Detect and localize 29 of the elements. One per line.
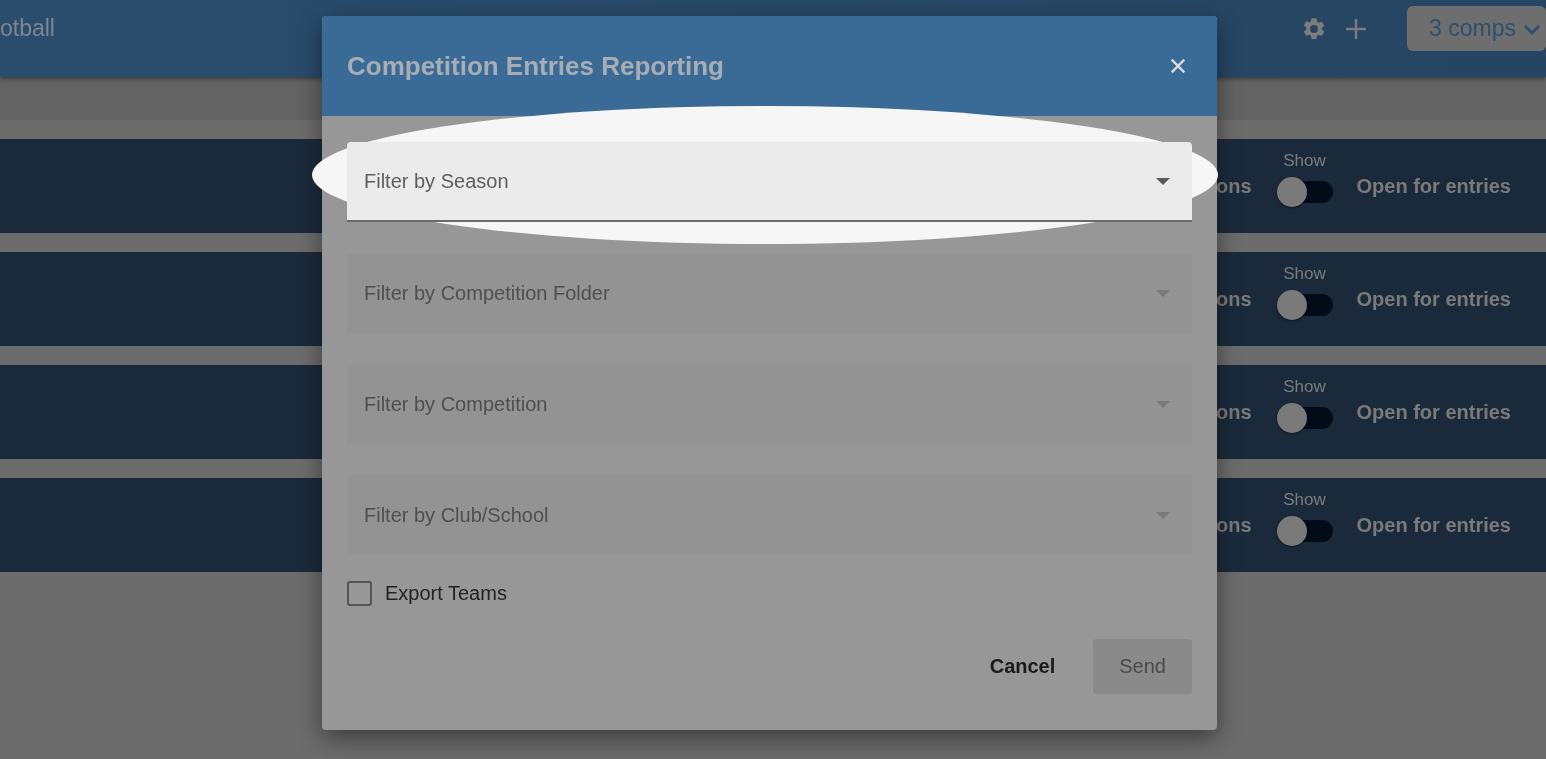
show-toggle[interactable] xyxy=(1276,290,1333,320)
toggle-caption: Show xyxy=(1283,490,1326,510)
caret-icon xyxy=(1156,177,1170,185)
checkbox-label: Export Teams xyxy=(385,582,507,605)
toggle-caption: Show xyxy=(1283,151,1326,171)
dialog-title: Competition Entries Reporting xyxy=(347,50,724,82)
entry-status: Open for entries xyxy=(1356,513,1511,537)
close-icon[interactable] xyxy=(1169,57,1187,75)
row-label: ons xyxy=(1215,287,1252,311)
show-toggle[interactable] xyxy=(1276,403,1333,433)
row-label: ons xyxy=(1215,400,1252,424)
add-icon[interactable] xyxy=(1344,16,1369,41)
competition-selector[interactable]: 3 comps xyxy=(1407,6,1546,51)
select-field[interactable]: Filter by Season xyxy=(347,142,1192,222)
checkbox[interactable] xyxy=(347,581,372,606)
entry-status: Open for entries xyxy=(1356,400,1511,424)
row-label: ons xyxy=(1215,513,1252,537)
toggle-caption: Show xyxy=(1283,264,1326,284)
caret-icon xyxy=(1156,511,1170,519)
row-label: ons xyxy=(1215,174,1252,198)
cancel-button[interactable]: Cancel xyxy=(973,639,1072,694)
app-title: otball xyxy=(0,15,55,42)
entry-status: Open for entries xyxy=(1356,174,1511,198)
toggle-caption: Show xyxy=(1283,377,1326,397)
entry-status: Open for entries xyxy=(1356,287,1511,311)
show-toggle[interactable] xyxy=(1276,177,1333,207)
caret-icon xyxy=(1156,400,1170,408)
caret-icon xyxy=(1156,289,1170,297)
show-toggle[interactable] xyxy=(1276,516,1333,546)
